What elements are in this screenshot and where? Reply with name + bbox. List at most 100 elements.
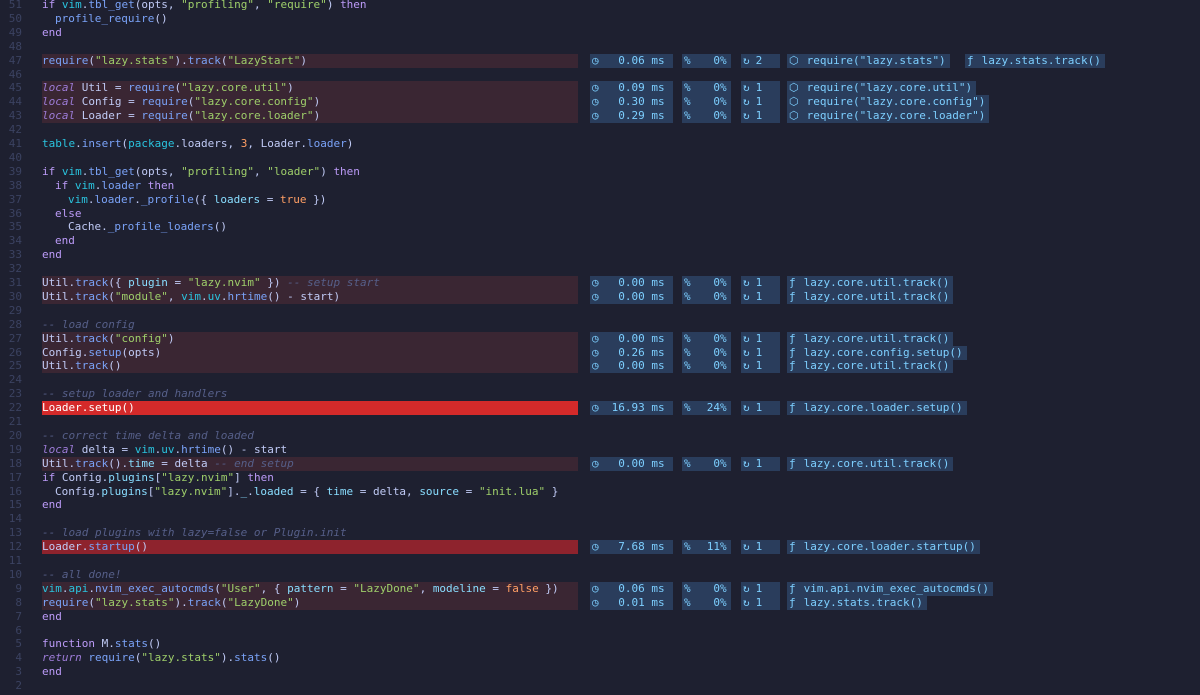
stat-time: ◷ 0.01 ms [590,595,673,610]
code-line[interactable]: 15 end [0,498,1200,512]
code-line[interactable]: 49 end [0,26,1200,40]
code-token: "User" [220,581,261,595]
stat-fn-value: lazy.core.loader.startup() [803,540,976,554]
code-line[interactable]: 36 else [0,207,1200,221]
code-token: track [75,331,109,345]
code-line[interactable]: 26 Config.setup(opts) ◷ 0.26 ms% 0% ↻ 1 ƒ lazy.c… [0,345,1200,360]
code-line[interactable]: 37 vim.loader._profile({ loaders = true }… [0,193,1200,207]
code-token: () [108,359,122,373]
code-line[interactable]: 2 [0,679,1200,693]
code-line[interactable]: 23 -- setup loader and handlers [0,387,1200,401]
code-line[interactable]: 5 function M.stats() [0,637,1200,651]
code-token: }) [260,276,288,289]
code-line[interactable]: 28 -- load config [0,318,1200,332]
code-line[interactable]: 39 if vim.tbl_get(opts, "profiling", "loa… [0,165,1200,179]
code-token: Util. [42,276,76,289]
code-line[interactable]: 44 local Config = require("lazy.core.conf… [0,95,1200,110]
code-token: vim [61,0,82,11]
code-line[interactable]: 18 Util.track().time = delta -- end setup… [0,456,1200,471]
code-line[interactable]: 29 [0,304,1200,318]
code-line[interactable]: 51 if vim.tbl_get(opts, "profiling", "req… [0,0,1200,12]
code-token: hrtime [181,442,221,456]
code-line[interactable]: 48 [0,40,1200,54]
refresh-icon: ↻ [743,276,750,289]
code-token: package [128,137,175,150]
line-number: 24 [8,373,22,387]
code-token: ) [313,95,321,109]
clock-icon: ◷ [592,109,599,123]
code-text: end [42,610,62,624]
line-number: 20 [8,428,22,442]
code-line[interactable]: 38 if vim.loader then [0,179,1200,193]
function-icon: ƒ [789,540,796,554]
code-line[interactable]: 32 [0,262,1200,276]
code-line[interactable]: 9 vim.api.nvim_exec_autocmds("User", { pa… [0,581,1200,596]
code-line[interactable]: 19 local delta = vim.uv.hrtime() - start [0,443,1200,457]
code-line[interactable]: 35 Cache._profile_loaders() [0,220,1200,234]
code-token: local [42,442,76,456]
stat-time: ◷ 0.26 ms [590,345,673,360]
code-line[interactable]: 27 Util.track("config") ◷ 0.00 ms% 0% ↻ 1 ƒ lazy… [0,331,1200,346]
package-icon: ⬡ [789,109,799,123]
code-token: function [42,637,102,651]
code-line[interactable]: 14 [0,512,1200,526]
stat-pct: % 0% [682,276,731,290]
code-token: require [128,81,175,95]
stat-count-value: 1 [755,345,763,359]
code-token: , [253,164,268,178]
code-line[interactable]: 8 require("lazy.stats").track("LazyDone")… [0,595,1200,610]
clock-icon: ◷ [592,53,599,67]
code-line[interactable]: 7 end [0,610,1200,624]
code-token: ({ [108,276,129,289]
stat-time-value: 0.06 ms [618,53,665,67]
code-line[interactable]: 11 [0,554,1200,568]
line-number: 14 [8,512,22,526]
code-line[interactable]: 3 end [0,665,1200,679]
code-line[interactable]: 34 end [0,234,1200,248]
line-number: 49 [8,25,22,39]
code-token: = delta [154,456,215,470]
refresh-icon: ↻ [743,53,750,67]
code-line[interactable]: 16 Config.plugins["lazy.nvim"]._.loaded =… [0,485,1200,499]
percent-icon: % [684,401,691,415]
code-line[interactable]: 31 Util.track({ plugin = "lazy.nvim" }) -… [0,276,1200,290]
code-text: else [55,207,82,221]
stat-pct-value: 0% [713,109,727,123]
code-line[interactable]: 17 if Config.plugins["lazy.nvim"] then [0,471,1200,485]
code-line[interactable]: 33 end [0,248,1200,262]
code-token: hrtime [227,289,268,303]
code-line[interactable]: 41 table.insert(package.loaders, 3, Loade… [0,137,1200,151]
code-line[interactable]: 25 Util.track() ◷ 0.00 ms% 0% ↻ 1 ƒ lazy.core.ut… [0,359,1200,374]
code-line[interactable]: 10 -- all done! [0,568,1200,582]
code-line[interactable]: 12 Loader.startup() ◷ 7.68 ms% 11% ↻ 1 ƒ lazy.co… [0,540,1200,555]
refresh-icon: ↻ [743,289,750,303]
code-line[interactable]: 21 [0,415,1200,429]
code-line[interactable]: 46 [0,68,1200,82]
code-text: end [42,248,62,262]
stat-count-value: 1 [755,401,763,415]
code-token: vim [68,192,88,206]
code-line[interactable]: 47 require("lazy.stats").track("LazyStart… [0,53,1200,68]
code-token: , [419,581,433,595]
code-token: ). [220,651,235,665]
code-line[interactable]: 50 profile_require() [0,12,1200,26]
code-editor[interactable]: 51 if vim.tbl_get(opts, "profiling", "req… [0,0,1200,695]
code-line[interactable]: 45 local Util = require("lazy.core.util")… [0,81,1200,96]
code-token: plugin [128,276,168,289]
code-line[interactable]: 30 Util.track("module", vim.uv.hrtime() -… [0,289,1200,304]
code-line[interactable]: 22 Loader.setup() ◷ 16.93 ms% 24% ↻ 1 ƒ lazy.cor… [0,401,1200,416]
code-token: -- setup start [287,276,380,289]
code-line[interactable]: 40 [0,151,1200,165]
code-line[interactable]: 24 [0,373,1200,387]
code-line[interactable]: 13 -- load plugins with lazy=false or Plu… [0,526,1200,540]
code-token: , [167,289,182,303]
stat-time: ◷ 0.30 ms [590,95,673,110]
code-line[interactable]: 6 [0,624,1200,638]
code-line[interactable]: 4 return require("lazy.stats").stats() [0,651,1200,665]
code-line[interactable]: 43 local Loader = require("lazy.core.load… [0,109,1200,124]
code-line[interactable]: 20 -- correct time delta and loaded [0,429,1200,443]
code-line[interactable]: 42 [0,123,1200,137]
code-token: track [75,276,109,289]
line-number: 35 [8,220,22,234]
code-text: local Loader = require("lazy.core.loader… [42,109,320,123]
